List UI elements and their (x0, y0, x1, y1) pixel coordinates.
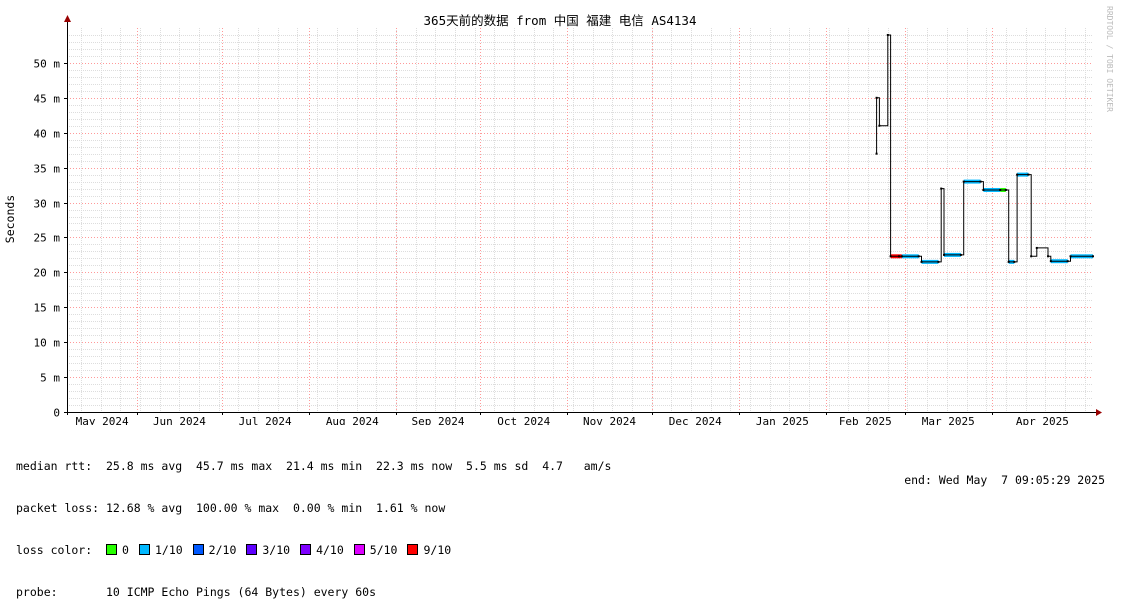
data-point (878, 124, 881, 127)
loss-legend-label: 2/10 (208, 543, 237, 557)
loss-legend-item: 0 (106, 543, 129, 557)
x-tick-label: May 2024 (76, 415, 129, 425)
x-tick-label: Nov 2024 (583, 415, 636, 425)
series-line (876, 34, 1093, 263)
loss-legend-item: 2/10 (192, 543, 237, 557)
chart-svg: 0 5 m 10 m 15 m 20 m 25 m 30 m 35 m 40 m 45 m 50 m… (3, 13, 1102, 425)
x-tick-label: Feb 2025 (839, 415, 892, 425)
data-point (875, 152, 878, 155)
minor-grid (67, 28, 1093, 412)
loss-legend-label: 4/10 (316, 543, 344, 557)
chart-title: 365天前的数据 from 中国 福建 电信 AS4134 (424, 13, 697, 28)
data-point (1007, 260, 1010, 263)
y-tick-label: 10 m (34, 337, 61, 350)
loss-color-items: 0 1/10 2/10 3/10 4/10 5/10 9/10 (106, 543, 461, 557)
data-point (920, 260, 923, 263)
data-point (1004, 188, 1007, 191)
median-rtt-line: median rtt: 25.8 ms avg 45.7 ms max 21.4… (16, 459, 612, 473)
data-point (999, 188, 1002, 191)
x-tick-label: Apr 2025 (1016, 415, 1069, 425)
loss-swatch (138, 544, 150, 555)
loss-swatch (353, 544, 365, 555)
loss-swatch (106, 544, 118, 555)
y-tick-label: 50 m (34, 58, 61, 71)
loss-legend-label: 1/10 (154, 543, 183, 557)
x-tick-label: Aug 2024 (326, 415, 379, 425)
data-point (962, 180, 965, 183)
stats-legend: median rtt: 25.8 ms avg 45.7 ms max 21.4… (16, 431, 611, 613)
x-axis-arrow (1096, 409, 1102, 416)
data-point (959, 253, 962, 256)
loss-legend-item: 3/10 (246, 543, 290, 557)
data-point (940, 187, 943, 190)
loss-swatch (192, 544, 204, 555)
data-point (1013, 260, 1016, 263)
loss-color-row: loss color: 0 1/10 2/10 3/10 4/10 5/10 9/10 (16, 543, 611, 557)
x-tick-label: Jan 2025 (756, 415, 809, 425)
data-point (1069, 255, 1072, 258)
y-axis-label: Seconds (3, 195, 17, 243)
y-tick-label: 0 (53, 407, 60, 420)
data-point (886, 33, 889, 36)
data-point (875, 96, 878, 99)
loss-color-label: loss color: (16, 543, 93, 557)
data-point (1016, 173, 1019, 176)
x-tick-label: Jun 2024 (153, 415, 206, 425)
y-tick-label: 25 m (34, 232, 61, 245)
y-tick-label: 40 m (34, 128, 61, 141)
data-point (1035, 246, 1038, 249)
loss-legend-label: 5/10 (369, 543, 398, 557)
x-tick-label: Mar 2025 (922, 415, 975, 425)
data-point (1066, 260, 1069, 263)
y-tick-label: 15 m (34, 302, 61, 315)
data-point (943, 253, 946, 256)
credit-text: RRDTOOL / TOBI OETIKER (1105, 6, 1114, 112)
data-point (1047, 255, 1050, 258)
x-tick-label: Sep 2024 (412, 415, 465, 425)
x-tick-label: Oct 2024 (497, 415, 550, 425)
data-point (1027, 173, 1030, 176)
data-point (979, 180, 982, 183)
loss-legend-label: 0 (122, 543, 129, 557)
data-point (1092, 255, 1094, 258)
loss-legend-label: 3/10 (262, 543, 291, 557)
y-tick-label: 35 m (34, 163, 61, 176)
loss-legend-item: 1/10 (138, 543, 183, 557)
loss-swatch (246, 544, 258, 555)
loss-swatch (300, 544, 312, 555)
loss-swatch (407, 544, 419, 555)
data-point (1049, 260, 1052, 263)
y-tick-label: 30 m (34, 198, 61, 211)
data-point (917, 255, 920, 258)
axes (64, 15, 1102, 416)
y-tick-label: 5 m (40, 372, 60, 385)
probe-line: probe: 10 ICMP Echo Pings (64 Bytes) eve… (16, 585, 377, 599)
data-point (900, 255, 903, 258)
data-point (937, 260, 940, 263)
y-axis-arrow (64, 15, 71, 22)
data-point (1030, 255, 1033, 258)
loss-legend-item: 9/10 (407, 543, 451, 557)
x-tick-label: Jul 2024 (239, 415, 292, 425)
data-point (898, 255, 901, 258)
series-layer (875, 33, 1094, 264)
y-tick-label: 45 m (34, 93, 61, 106)
data-point (982, 188, 985, 191)
end-time: end: Wed May 7 09:05:29 2025 (904, 473, 1105, 487)
loss-legend-item: 4/10 (300, 543, 344, 557)
major-grid (67, 28, 1093, 412)
loss-legend-label: 9/10 (423, 543, 452, 557)
data-point (889, 255, 892, 258)
packet-loss-line: packet loss: 12.68 % avg 100.00 % max 0.… (16, 501, 446, 515)
x-tick-label: Dec 2024 (669, 415, 722, 425)
y-tick-label: 20 m (34, 267, 61, 280)
loss-legend-item: 5/10 (353, 543, 398, 557)
